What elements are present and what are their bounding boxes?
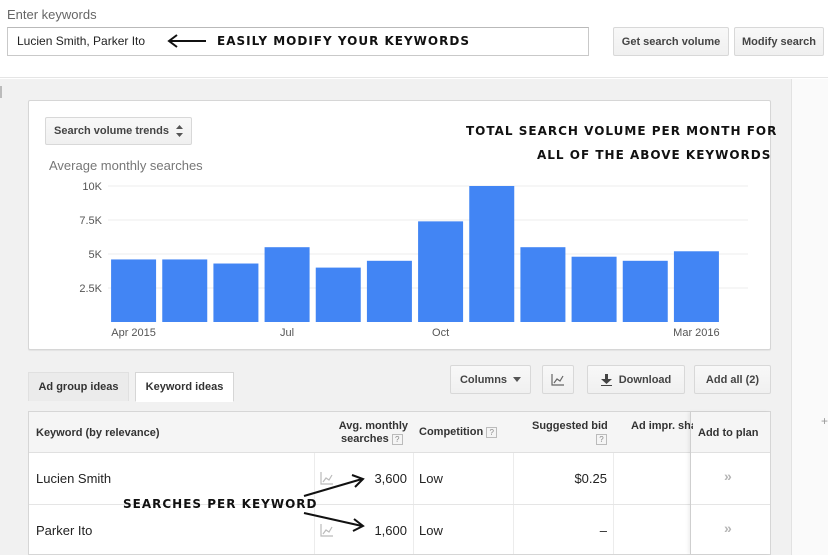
y-tick-label: 5K: [89, 249, 103, 261]
y-tick-label: 2.5K: [79, 283, 102, 295]
help-icon[interactable]: ?: [391, 433, 403, 445]
bid-cell: –: [599, 523, 607, 538]
keyword-cell: Parker Ito: [36, 523, 93, 538]
x-tick-label: Jul: [280, 327, 294, 339]
x-tick-label: Mar 2016: [673, 327, 719, 339]
chart-bar: [366, 260, 412, 322]
download-icon: [600, 373, 612, 386]
y-tick-label: 10K: [82, 181, 102, 193]
keyword-ideas-table: Keyword (by relevance) Avg. monthly sear…: [28, 411, 771, 555]
table-row[interactable]: Parker Ito 1,600 Low –: [29, 505, 770, 555]
annotation-searches-per-keyword: SEARCHES PER KEYWORD: [123, 497, 318, 511]
add-to-plan-column: » »: [690, 412, 770, 554]
chart-bar: [315, 267, 361, 322]
line-chart-icon: [551, 373, 564, 386]
header-avg-line1[interactable]: Avg. monthly: [334, 420, 408, 432]
competition-cell: Low: [419, 471, 443, 486]
chart-toggle-button[interactable]: [542, 365, 574, 394]
header-avg-searches[interactable]: searches?: [341, 433, 403, 445]
chart-bar: [111, 259, 157, 322]
x-tick-label: Apr 2015: [111, 327, 156, 339]
chart-bar: [622, 260, 668, 322]
tab-keyword-ideas[interactable]: Keyword ideas: [135, 372, 234, 402]
competition-cell: Low: [419, 523, 443, 538]
header-suggested-bid[interactable]: Suggested bid: [532, 420, 608, 432]
x-tick-label: Oct: [432, 327, 449, 339]
table-header: Keyword (by relevance) Avg. monthly sear…: [29, 412, 770, 453]
add-to-plan-chevron-icon[interactable]: »: [724, 468, 732, 484]
chart-bar: [469, 186, 515, 322]
header-competition[interactable]: Competition?: [419, 426, 498, 438]
chart-bar: [264, 247, 310, 322]
dropdown-caret-icon: [513, 377, 522, 382]
y-tick-label: 7.5K: [79, 215, 102, 227]
help-icon[interactable]: ?: [486, 426, 498, 438]
chart-bar: [162, 259, 208, 322]
columns-label: Columns: [459, 373, 508, 386]
download-button[interactable]: Download: [587, 365, 685, 394]
download-label: Download: [618, 373, 672, 386]
chart-bar: [673, 251, 719, 322]
chart-bar: [213, 263, 259, 322]
bid-cell: $0.25: [574, 471, 607, 486]
keyword-cell: Lucien Smith: [36, 471, 112, 486]
header-avg-line2: searches: [341, 433, 389, 445]
tab-ad-group-ideas[interactable]: Ad group ideas: [28, 372, 129, 401]
chart-bar: [571, 256, 617, 322]
chart-bar: [418, 221, 464, 322]
add-to-plan-chevron-icon[interactable]: »: [724, 520, 732, 536]
chart-bar: [520, 247, 566, 322]
columns-button[interactable]: Columns: [450, 365, 531, 394]
header-competition-label: Competition: [419, 426, 484, 438]
annotation-arrows-icon: [303, 474, 365, 532]
header-keyword[interactable]: Keyword (by relevance): [36, 427, 160, 439]
header-ad-impr-share[interactable]: Ad impr. share: [631, 420, 693, 432]
add-all-button[interactable]: Add all (2): [694, 365, 771, 394]
help-icon[interactable]: ?: [593, 433, 607, 445]
